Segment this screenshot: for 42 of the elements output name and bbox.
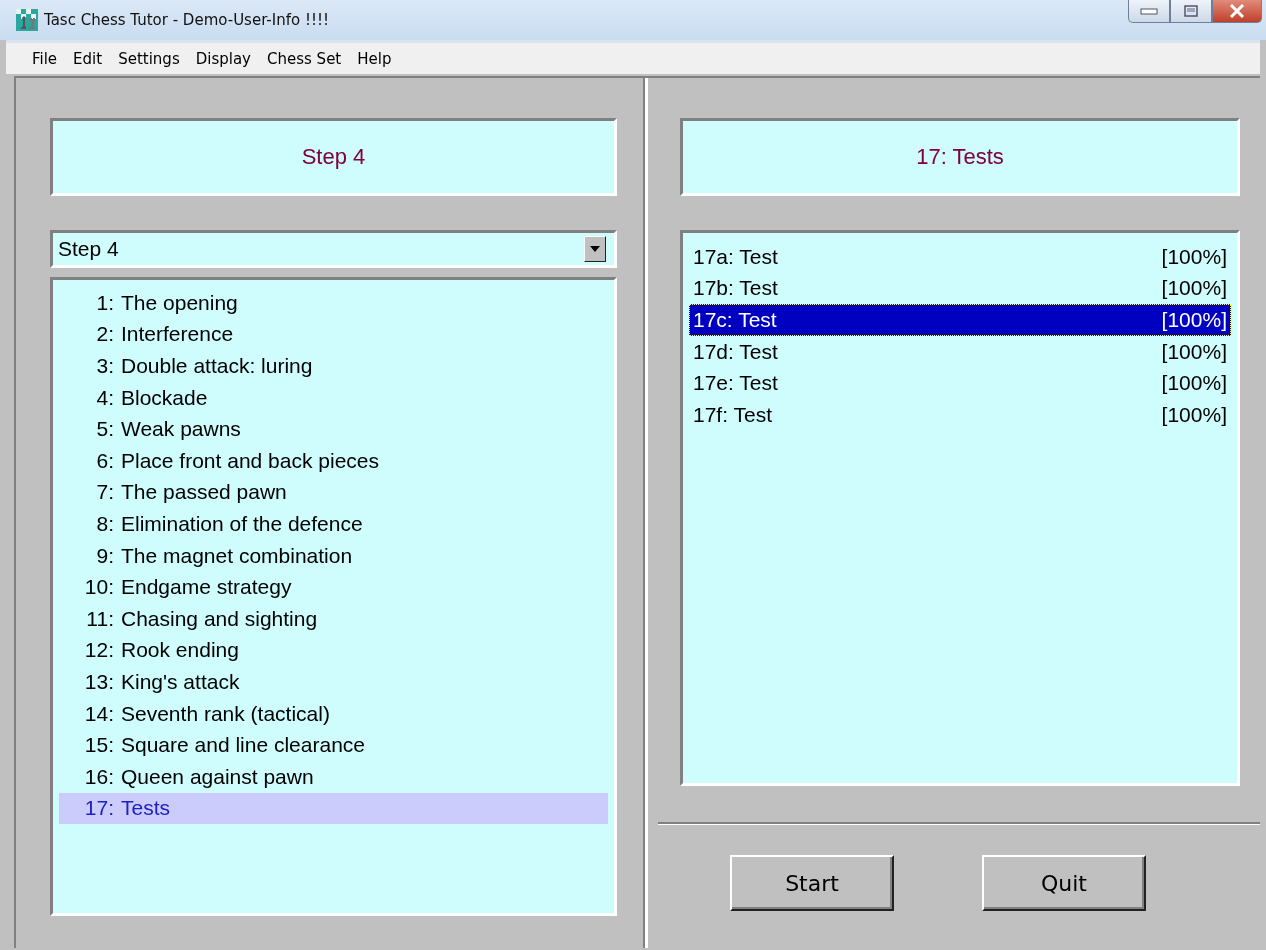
- menu-item[interactable]: Help: [349, 47, 400, 70]
- lesson-item[interactable]: 17: Tests: [59, 792, 608, 825]
- menu-item[interactable]: Settings: [110, 47, 188, 70]
- lesson-item[interactable]: 3: Double attack: luring: [59, 350, 608, 382]
- chess-pieces-icon: [16, 9, 38, 31]
- menu-item[interactable]: File: [24, 47, 66, 70]
- close-button[interactable]: [1212, 0, 1262, 23]
- step-dropdown[interactable]: Step 4: [50, 230, 617, 268]
- quit-button[interactable]: Quit: [982, 855, 1146, 911]
- menu-item[interactable]: Chess Set: [259, 47, 350, 70]
- lesson-item[interactable]: 13: King's attack: [59, 666, 608, 698]
- lesson-item[interactable]: 14: Seventh rank (tactical): [59, 697, 608, 730]
- test-item[interactable]: 17c: Test [100%]: [689, 304, 1231, 336]
- test-item[interactable]: 17e: Test [100%]: [689, 367, 1231, 399]
- lesson-item[interactable]: 9: The magnet combination: [59, 539, 608, 572]
- test-item[interactable]: 17f: Test [100%]: [689, 398, 1231, 431]
- minimize-icon: [1140, 7, 1158, 15]
- maximize-button[interactable]: [1170, 0, 1212, 23]
- lesson-item[interactable]: 8: Elimination of the defence: [59, 508, 608, 540]
- test-item[interactable]: 17a: Test [100%]: [689, 241, 1231, 273]
- menu-item[interactable]: Display: [187, 47, 259, 70]
- lesson-item[interactable]: 12: Rook ending: [59, 634, 608, 667]
- lesson-item[interactable]: 4: Blockade: [59, 381, 608, 414]
- window-title: Tasc Chess Tutor - Demo-User-Info !!!!: [44, 11, 329, 29]
- step-header: Step 4: [50, 118, 617, 196]
- test-item[interactable]: 17d: Test [100%]: [689, 335, 1231, 368]
- minimize-button[interactable]: [1128, 0, 1170, 23]
- close-icon: [1229, 4, 1245, 18]
- lesson-item[interactable]: 15: Square and line clearance: [59, 729, 608, 761]
- test-item[interactable]: 17b: Test [100%]: [689, 272, 1231, 305]
- maximize-icon: [1184, 5, 1198, 17]
- lesson-item[interactable]: 10: Endgame strategy: [59, 571, 608, 603]
- start-button[interactable]: Start: [730, 855, 894, 911]
- lesson-item[interactable]: 6: Place front and back pieces: [59, 444, 608, 477]
- lesson-item[interactable]: 11: Chasing and sighting: [59, 602, 608, 635]
- lesson-item[interactable]: 1: The opening: [59, 287, 608, 319]
- lesson-item[interactable]: 2: Interference: [59, 318, 608, 351]
- lesson-item[interactable]: 5: Weak pawns: [59, 413, 608, 445]
- lesson-item[interactable]: 16: Queen against pawn: [59, 760, 608, 793]
- menu-item[interactable]: Edit: [65, 47, 111, 70]
- lesson-item[interactable]: 7: The passed pawn: [59, 476, 608, 509]
- lesson-header: 17: Tests: [680, 118, 1240, 196]
